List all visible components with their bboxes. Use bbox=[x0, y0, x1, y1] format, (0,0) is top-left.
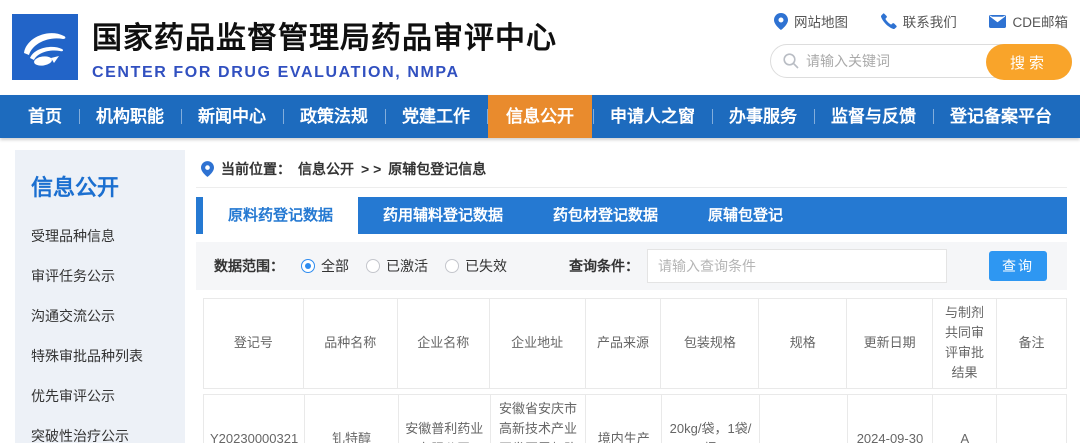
site-header: 国家药品监督管理局药品审评中心 CENTER FOR DRUG EVALUATI… bbox=[0, 0, 1080, 95]
sidebar-item-special-approval[interactable]: 特殊审批品种列表 bbox=[31, 346, 175, 386]
col-spec: 规格 bbox=[758, 298, 848, 389]
search-bar: 搜索 bbox=[770, 44, 1072, 80]
location-pin-icon bbox=[201, 160, 214, 177]
quick-links: 网站地图 联系我们 CDE邮箱 bbox=[774, 11, 1068, 31]
site-subtitle: CENTER FOR DRUG EVALUATION, NMPA bbox=[92, 64, 460, 81]
contact-label: 联系我们 bbox=[902, 15, 957, 30]
cell-company-name: 安徽普利药业有限公司 bbox=[397, 393, 491, 443]
sidebar-panel: 信息公开 受理品种信息 审评任务公示 沟通交流公示 特殊审批品种列表 优先审评公… bbox=[15, 150, 185, 443]
breadcrumb-separator: > > bbox=[361, 160, 382, 177]
sidebar: 信息公开 受理品种信息 审评任务公示 沟通交流公示 特殊审批品种列表 优先审评公… bbox=[0, 138, 185, 443]
query-condition-input[interactable] bbox=[647, 249, 947, 283]
nav-item-party-building[interactable]: 党建工作 bbox=[386, 95, 486, 138]
tabs-bar: 原料药登记数据 药用辅料登记数据 药包材登记数据 原辅包登记 bbox=[196, 197, 1067, 234]
nav-item-home[interactable]: 首页 bbox=[12, 95, 78, 138]
search-icon bbox=[783, 53, 799, 69]
cell-package-spec: 20kg/袋，1袋/桶 bbox=[661, 393, 760, 443]
filter-bar: 数据范围： 全部 已激活 已失效 查询条件： 查询 bbox=[196, 242, 1067, 290]
tab-apief-registration[interactable]: 原辅包登记 bbox=[683, 197, 808, 234]
cell-joint-review-result: A bbox=[932, 393, 998, 443]
nav-item-policies[interactable]: 政策法规 bbox=[284, 95, 384, 138]
nav-item-registration-platform[interactable]: 登记备案平台 bbox=[934, 95, 1068, 138]
col-product-source: 产品来源 bbox=[584, 298, 662, 389]
map-pin-icon bbox=[774, 12, 788, 30]
query-button[interactable]: 查询 bbox=[989, 251, 1047, 281]
cell-company-address: 安徽省安庆市高新技术产业开发区霞虹路58号 bbox=[489, 393, 587, 443]
radio-all-label: 全部 bbox=[321, 258, 349, 274]
radio-activated-circle bbox=[366, 259, 380, 273]
results-table-header: 登记号 品种名称 企业名称 企业地址 产品来源 包装规格 规格 更新日期 与制剂… bbox=[203, 298, 1067, 389]
radio-activated[interactable]: 已激活 bbox=[366, 256, 428, 276]
content: 当前位置： 信息公开 > > 原辅包登记信息 原料药登记数据 药用辅料登记数据 … bbox=[185, 138, 1080, 443]
col-remark: 备注 bbox=[996, 298, 1067, 389]
radio-activated-label: 已激活 bbox=[386, 258, 428, 274]
sidebar-item-accepted-varieties[interactable]: 受理品种信息 bbox=[31, 226, 175, 266]
mail-icon bbox=[989, 14, 1007, 28]
table-row: Y20230000321 钆特醇 安徽普利药业有限公司 安徽省安庆市高新技术产业… bbox=[202, 393, 1067, 443]
col-company-address: 企业地址 bbox=[488, 298, 586, 389]
mailbox-label: CDE邮箱 bbox=[1012, 15, 1068, 30]
tab-packaging-registration[interactable]: 药包材登记数据 bbox=[528, 197, 683, 234]
radio-expired-circle bbox=[445, 259, 459, 273]
sidebar-item-review-tasks[interactable]: 审评任务公示 bbox=[31, 266, 175, 306]
col-update-date: 更新日期 bbox=[846, 298, 934, 389]
breadcrumb-section[interactable]: 信息公开 bbox=[298, 159, 354, 179]
nav-item-info-disclosure[interactable]: 信息公开 bbox=[488, 95, 592, 138]
sitemap-link[interactable]: 网站地图 bbox=[774, 11, 848, 31]
breadcrumb-current: 原辅包登记信息 bbox=[388, 160, 487, 177]
cell-remark bbox=[996, 393, 1067, 443]
col-package-spec: 包装规格 bbox=[660, 298, 760, 389]
header-right: 网站地图 联系我们 CDE邮箱 搜索 bbox=[770, 11, 1072, 80]
cell-registration-no: Y20230000321 bbox=[202, 393, 306, 443]
title-block: 国家药品监督管理局药品审评中心 CENTER FOR DRUG EVALUATI… bbox=[92, 0, 557, 95]
cde-logo[interactable] bbox=[12, 14, 78, 80]
sidebar-item-communication[interactable]: 沟通交流公示 bbox=[31, 306, 175, 346]
col-joint-review-result: 与制剂共同审评审批结果 bbox=[932, 298, 997, 389]
results-table-body: Y20230000321 钆特醇 安徽普利药业有限公司 安徽省安庆市高新技术产业… bbox=[202, 393, 1067, 443]
mailbox-link[interactable]: CDE邮箱 bbox=[989, 11, 1068, 31]
radio-expired-label: 已失效 bbox=[465, 258, 507, 274]
col-company-name: 企业名称 bbox=[396, 298, 490, 389]
cell-product-source: 境内生产 bbox=[585, 393, 663, 443]
radio-all[interactable]: 全部 bbox=[301, 256, 349, 276]
contact-link[interactable]: 联系我们 bbox=[880, 11, 957, 31]
sidebar-title[interactable]: 信息公开 bbox=[31, 170, 175, 202]
main-nav: 首页 机构职能 新闻中心 政策法规 党建工作 信息公开 申请人之窗 办事服务 监… bbox=[0, 95, 1080, 138]
query-condition-label: 查询条件： bbox=[569, 258, 639, 274]
col-product-name: 品种名称 bbox=[302, 298, 398, 389]
tab-excipient-registration[interactable]: 药用辅料登记数据 bbox=[358, 197, 528, 234]
nav-item-news[interactable]: 新闻中心 bbox=[182, 95, 282, 138]
radio-all-circle bbox=[301, 259, 315, 273]
site-title: 国家药品监督管理局药品审评中心 bbox=[92, 22, 557, 55]
sidebar-item-breakthrough-therapy[interactable]: 突破性治疗公示 bbox=[31, 426, 175, 443]
nav-item-supervision-feedback[interactable]: 监督与反馈 bbox=[815, 95, 932, 138]
search-button[interactable]: 搜索 bbox=[986, 44, 1072, 80]
nav-item-applicant-window[interactable]: 申请人之窗 bbox=[594, 95, 711, 138]
phone-icon bbox=[880, 13, 897, 29]
radio-expired[interactable]: 已失效 bbox=[445, 256, 507, 276]
sidebar-item-priority-review[interactable]: 优先审评公示 bbox=[31, 386, 175, 426]
cell-product-name: 钆特醇 bbox=[304, 393, 399, 443]
breadcrumb-label: 当前位置： bbox=[221, 160, 291, 177]
tab-api-registration[interactable]: 原料药登记数据 bbox=[203, 197, 359, 234]
cell-update-date: 2024-09-30 bbox=[846, 393, 934, 443]
cell-spec bbox=[758, 393, 848, 443]
main-area: 信息公开 受理品种信息 审评任务公示 沟通交流公示 特殊审批品种列表 优先审评公… bbox=[0, 138, 1080, 443]
scope-label: 数据范围： bbox=[214, 258, 284, 274]
col-registration-no: 登记号 bbox=[203, 298, 304, 389]
cde-logo-icon bbox=[24, 33, 66, 66]
nav-item-functions[interactable]: 机构职能 bbox=[80, 95, 180, 138]
sitemap-label: 网站地图 bbox=[794, 15, 848, 30]
nav-item-services[interactable]: 办事服务 bbox=[713, 95, 813, 138]
breadcrumb: 当前位置： 信息公开 > > 原辅包登记信息 bbox=[196, 150, 1067, 188]
table-header-row: 登记号 品种名称 企业名称 企业地址 产品来源 包装规格 规格 更新日期 与制剂… bbox=[203, 298, 1067, 389]
